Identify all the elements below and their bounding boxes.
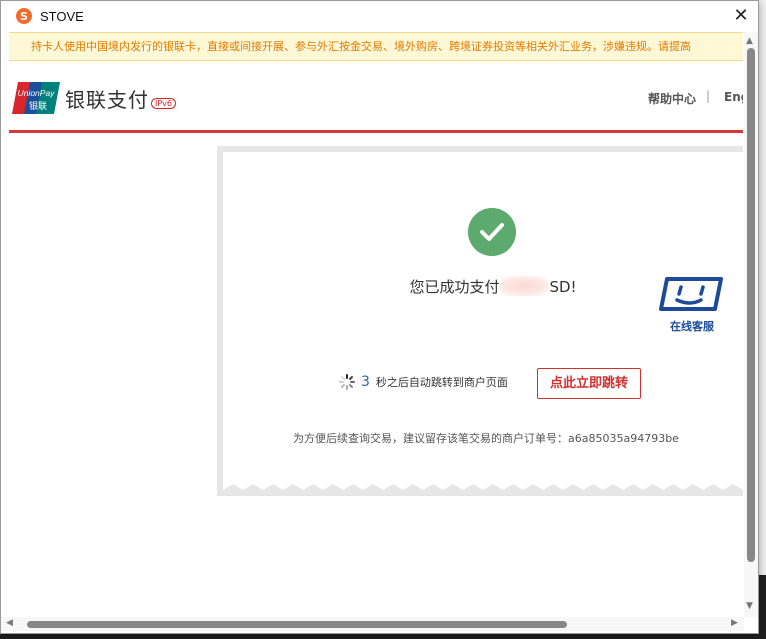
loading-spinner-icon: [339, 374, 355, 390]
result-card: 您已成功支付 SD! 在线客服 3 秒之后自动跳转到商户页面 点此立即跳转 为方…: [223, 152, 743, 470]
logo-text-en: UnionPay: [18, 88, 56, 98]
scroll-up-icon[interactable]: ▲: [746, 36, 753, 46]
customer-service-label: 在线客服: [670, 320, 714, 333]
header-separator: |: [706, 89, 711, 103]
ipv6-badge: IPv6: [151, 98, 177, 109]
horizontal-scroll-thumb[interactable]: [27, 621, 567, 628]
jump-now-button[interactable]: 点此立即跳转: [537, 368, 641, 399]
countdown-text: 秒之后自动跳转到商户页面: [375, 376, 508, 389]
vertical-scroll-thumb[interactable]: [747, 48, 755, 562]
language-link[interactable]: Eng: [724, 90, 743, 104]
page-viewport: 持卡人使用中国境内发行的银联卡，直接或间接开展、参与外汇按金交易、境外购房、跨境…: [9, 32, 743, 606]
scroll-right-icon[interactable]: ▶: [731, 618, 738, 628]
notice-banner: 持卡人使用中国境内发行的银联卡，直接或间接开展、参与外汇按金交易、境外购房、跨境…: [9, 32, 743, 61]
order-number-info: 为方便后续查询交易，建议留存该笔交易的商户订单号：a6a85035a94793b…: [293, 432, 679, 445]
countdown-seconds: 3: [361, 374, 370, 390]
popup-window: S STOVE ✕ 持卡人使用中国境内发行的银联卡，直接或间接开展、参与外汇按金…: [0, 0, 759, 634]
check-icon: [468, 208, 516, 256]
zigzag-edge: [223, 470, 743, 490]
brand-name: 银联支付: [65, 88, 149, 112]
horizontal-scrollbar[interactable]: ◀ ▶: [1, 617, 744, 631]
customer-service-icon: [659, 277, 723, 311]
vertical-scrollbar[interactable]: ▲ ▼: [744, 32, 758, 617]
unionpay-logo[interactable]: UnionPay 银联: [12, 82, 60, 114]
close-icon[interactable]: ✕: [730, 5, 752, 27]
window-title: STOVE: [40, 8, 84, 24]
logo-text-cn: 银联: [29, 100, 47, 112]
customer-service-button[interactable]: 在线客服: [657, 276, 727, 340]
title-bar: S STOVE ✕: [1, 1, 758, 31]
countdown-row: 3 秒之后自动跳转到商户页面: [339, 374, 508, 390]
header-divider: [9, 130, 743, 133]
scroll-down-icon[interactable]: ▼: [746, 601, 753, 611]
help-center-link[interactable]: 帮助中心: [648, 90, 696, 107]
stove-app-icon: S: [16, 8, 32, 24]
scroll-left-icon[interactable]: ◀: [6, 618, 13, 628]
success-suffix: SD!: [549, 278, 577, 296]
success-prefix: 您已成功支付: [409, 278, 500, 296]
page-header: UnionPay 银联 银联支付 IPv6 帮助中心 | Eng: [9, 62, 743, 132]
result-card-frame: 您已成功支付 SD! 在线客服 3 秒之后自动跳转到商户页面 点此立即跳转 为方…: [217, 146, 743, 496]
redacted-amount: [499, 276, 550, 296]
